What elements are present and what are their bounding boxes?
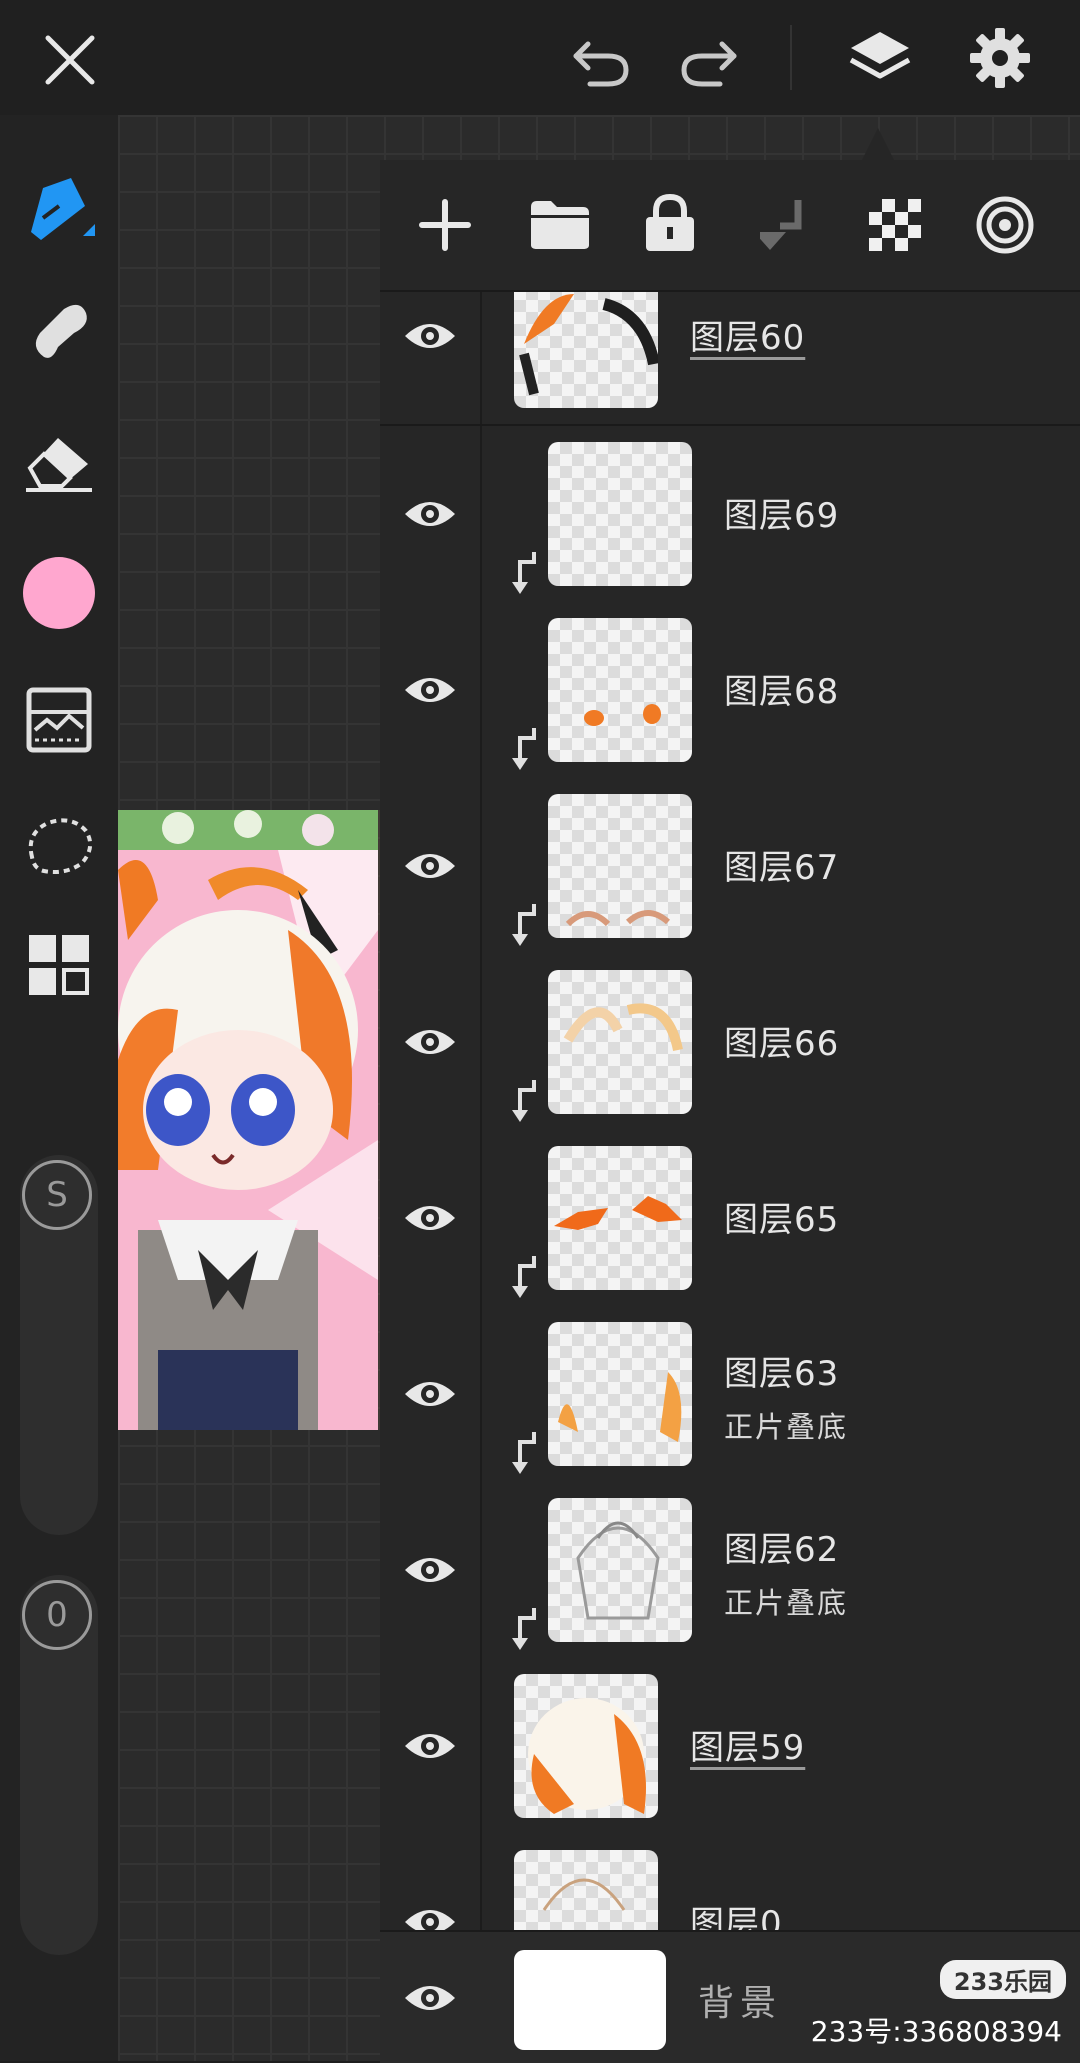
top-toolbar: [0, 0, 1080, 115]
layer-name[interactable]: 图层0: [690, 1896, 783, 1932]
background-thumbnail[interactable]: [514, 1950, 666, 2050]
layer-thumbnail[interactable]: [548, 1498, 692, 1642]
visibility-toggle[interactable]: [380, 1482, 482, 1658]
layers-list: 图层60 图层69 图层68 图层67 图层66 图层65 图层63 正片叠底 …: [380, 292, 1080, 1932]
layer-thumbnail[interactable]: [548, 1146, 692, 1290]
clip-arrow-icon: [512, 1432, 536, 1474]
visibility-toggle[interactable]: [380, 292, 482, 424]
filter-tool-icon[interactable]: [14, 675, 104, 765]
eye-icon: [405, 1030, 455, 1054]
color-swatch[interactable]: [23, 557, 95, 629]
layer-name[interactable]: 图层69: [724, 488, 839, 537]
layer-thumbnail[interactable]: [514, 292, 658, 408]
visibility-toggle[interactable]: [380, 1658, 482, 1834]
layer-thumbnail[interactable]: [548, 618, 692, 762]
layer-name[interactable]: 图层68: [724, 664, 839, 713]
toolbar-divider: [790, 25, 792, 90]
layer-name[interactable]: 图层62: [724, 1522, 839, 1571]
visibility-toggle[interactable]: [380, 426, 482, 602]
opacity-slider[interactable]: 0: [20, 1575, 98, 1955]
add-layer-icon[interactable]: [410, 190, 480, 260]
visibility-toggle[interactable]: [380, 954, 482, 1130]
tool-sidebar: S 0: [0, 115, 118, 2061]
opacity-label: 0: [46, 1595, 68, 1635]
eraser-icon[interactable]: [14, 415, 104, 505]
layout-grid-icon[interactable]: [14, 920, 104, 1010]
brush-size-slider[interactable]: S: [20, 1155, 98, 1535]
layer-row[interactable]: 图层59: [380, 1658, 1080, 1836]
layer-row[interactable]: 图层68: [380, 602, 1080, 780]
panel-pointer: [862, 128, 894, 160]
layers-panel: 图层60 图层69 图层68 图层67 图层66 图层65 图层63 正片叠底 …: [380, 160, 1080, 2061]
layer-thumbnail[interactable]: [548, 970, 692, 1114]
visibility-toggle[interactable]: [380, 602, 482, 778]
layer-thumbnail[interactable]: [514, 1674, 658, 1818]
canvas-artwork[interactable]: [118, 810, 378, 1430]
smudge-tool-icon[interactable]: [14, 285, 104, 375]
eye-icon: [405, 1558, 455, 1582]
visibility-toggle[interactable]: [380, 1834, 482, 1932]
reference-icon[interactable]: [970, 190, 1040, 260]
layer-name[interactable]: 图层59: [690, 1720, 805, 1769]
background-label[interactable]: 背景: [698, 1974, 782, 2026]
lock-icon[interactable]: [635, 188, 705, 258]
clip-arrow-icon: [512, 552, 536, 594]
layer-row[interactable]: 图层66: [380, 954, 1080, 1132]
layer-name[interactable]: 图层66: [724, 1016, 839, 1065]
size-indicator: S: [22, 1160, 92, 1230]
clip-arrow-icon: [512, 1608, 536, 1650]
eye-icon: [405, 502, 455, 526]
layer-name[interactable]: 图层67: [724, 840, 839, 889]
clip-arrow-icon: [512, 1256, 536, 1298]
visibility-toggle[interactable]: [380, 1130, 482, 1306]
layer-row[interactable]: 图层0: [380, 1834, 1080, 1932]
opacity-indicator: 0: [22, 1580, 92, 1650]
blend-mode-label[interactable]: 正片叠底: [724, 1580, 848, 1622]
undo-icon[interactable]: [560, 20, 640, 100]
clip-arrow-icon: [512, 904, 536, 946]
watermark-badge: 233乐园: [939, 1960, 1066, 1999]
close-icon[interactable]: [30, 20, 110, 100]
blend-mode-label[interactable]: 正片叠底: [724, 1404, 848, 1446]
size-label: S: [46, 1175, 68, 1215]
layer-row[interactable]: 图层65: [380, 1130, 1080, 1308]
layer-name[interactable]: 图层63: [724, 1346, 839, 1395]
layer-row[interactable]: 图层60: [380, 292, 1080, 426]
lasso-icon[interactable]: [14, 800, 104, 890]
transparency-icon[interactable]: [860, 190, 930, 260]
layer-name[interactable]: 图层65: [724, 1192, 839, 1241]
visibility-toggle[interactable]: [380, 778, 482, 954]
eye-icon: [405, 1985, 455, 2010]
layer-row[interactable]: 图层62 正片叠底: [380, 1482, 1080, 1660]
visibility-toggle[interactable]: [380, 1932, 480, 2063]
clip-arrow-icon: [512, 1080, 536, 1122]
watermark-text: 233号:336808394: [810, 2015, 1062, 2048]
eye-icon: [405, 1734, 455, 1758]
eye-icon: [405, 324, 455, 348]
gear-icon[interactable]: [960, 18, 1040, 98]
pen-tool-icon[interactable]: [14, 165, 104, 255]
eye-icon: [405, 1206, 455, 1230]
eye-icon: [405, 854, 455, 878]
layer-row[interactable]: 图层69: [380, 426, 1080, 604]
layers-toolbar: [380, 160, 1080, 292]
eye-icon: [405, 1910, 455, 1932]
visibility-toggle[interactable]: [380, 1306, 482, 1482]
layer-row[interactable]: 图层67: [380, 778, 1080, 956]
layers-icon[interactable]: [840, 18, 920, 98]
eye-icon: [405, 1382, 455, 1406]
eye-icon: [405, 678, 455, 702]
layer-thumbnail[interactable]: [548, 1322, 692, 1466]
folder-icon[interactable]: [525, 190, 595, 260]
clip-arrow-icon: [512, 728, 536, 770]
layer-thumbnail[interactable]: [548, 442, 692, 586]
layer-thumbnail[interactable]: [548, 794, 692, 938]
redo-icon[interactable]: [670, 20, 750, 100]
clip-merge-down-icon[interactable]: [750, 190, 820, 260]
layer-name[interactable]: 图层60: [690, 310, 805, 359]
layer-thumbnail[interactable]: [514, 1850, 658, 1932]
layer-row[interactable]: 图层63 正片叠底: [380, 1306, 1080, 1484]
